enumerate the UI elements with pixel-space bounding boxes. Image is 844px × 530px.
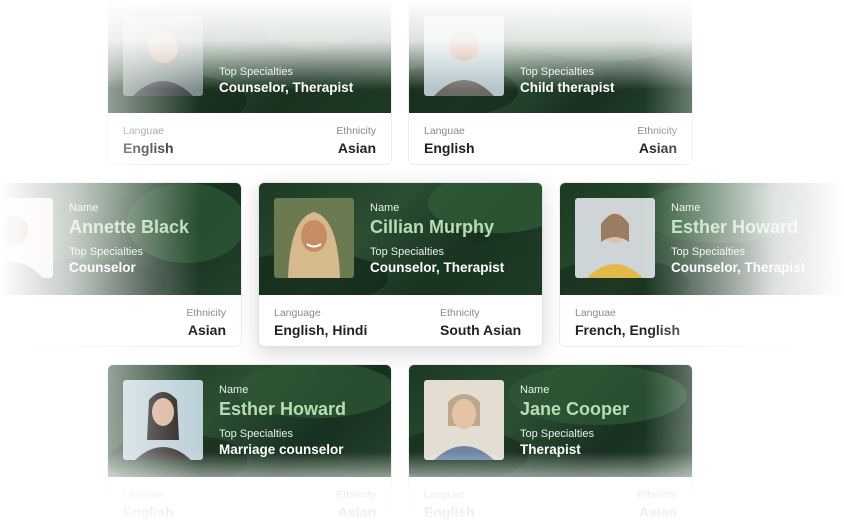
ethnicity-label: Ethnicity — [440, 307, 480, 319]
specialties-label: Top Specialties — [370, 246, 444, 258]
ethnicity-value: Asian — [638, 504, 677, 520]
name-label: Name — [219, 384, 249, 396]
ethnicity-value: Asian — [638, 140, 677, 156]
therapist-photo — [0, 198, 53, 278]
specialty-value: Counselor, Therapist — [370, 260, 505, 275]
language-value: English — [123, 504, 174, 520]
therapist-carousel: Top Specialties Counselor, Therapist Lan… — [0, 0, 844, 530]
ethnicity-value: Asian — [337, 140, 376, 156]
specialty-value: Therapist — [520, 442, 581, 457]
therapist-photo — [123, 380, 203, 460]
ethnicity-label: Ethnicity — [186, 307, 226, 319]
language-label: Languae — [424, 125, 465, 137]
therapist-card-top-right[interactable]: Top Specialties Child therapist Languae … — [408, 0, 693, 165]
specialties-label: Top Specialties — [520, 66, 594, 78]
language-value: English, Hindi — [274, 322, 368, 338]
specialties-label: Top Specialties — [219, 428, 293, 440]
language-label: Languae — [424, 489, 465, 501]
ethnicity-label: Ethnicity — [336, 125, 376, 137]
therapist-name: Esther Howard — [219, 399, 347, 419]
language-label: Languae — [575, 307, 616, 319]
therapist-photo — [575, 198, 655, 278]
name-label: Name — [520, 384, 550, 396]
therapist-photo — [424, 380, 504, 460]
specialty-value: Counselor, Therapist — [671, 260, 806, 275]
specialty-value: Counselor, Therapist — [219, 80, 354, 95]
name-label: Name — [69, 202, 99, 214]
specialties-label: Top Specialties — [219, 66, 293, 78]
language-value: English — [123, 140, 174, 156]
specialty-value: Marriage counselor — [219, 442, 344, 457]
therapist-card-bottom-left[interactable]: Name Esther Howard Top Specialties Marri… — [107, 364, 392, 529]
therapist-card-mid-left[interactable]: Name Annette Black Top Specialties Couns… — [0, 182, 242, 347]
ethnicity-value: Asian — [187, 322, 226, 338]
language-label: Languae — [123, 125, 164, 137]
therapist-card-mid-right[interactable]: Name Esther Howard Top Specialties Couns… — [559, 182, 844, 347]
ethnicity-value: Asian — [337, 504, 376, 520]
specialty-value: Counselor — [69, 260, 136, 275]
specialty-value: Child therapist — [520, 80, 615, 95]
specialties-label: Top Specialties — [520, 428, 594, 440]
specialties-label: Top Specialties — [69, 246, 143, 258]
ethnicity-label: Ethnicity — [637, 489, 677, 501]
name-label: Name — [671, 202, 701, 214]
therapist-photo — [424, 16, 504, 96]
therapist-card-bottom-right[interactable]: Name Jane Cooper Top Specialties Therapi… — [408, 364, 693, 529]
name-label: Name — [370, 202, 400, 214]
therapist-card-featured[interactable]: Name Cillian Murphy Top Specialties Coun… — [258, 182, 543, 347]
therapist-name: Esther Howard — [671, 217, 799, 237]
therapist-name: Jane Cooper — [520, 399, 630, 419]
language-value: English — [424, 140, 475, 156]
therapist-card-top-left[interactable]: Top Specialties Counselor, Therapist Lan… — [107, 0, 392, 165]
therapist-name: Cillian Murphy — [370, 217, 495, 237]
language-label: Languae — [123, 489, 164, 501]
language-label: Language — [274, 307, 321, 319]
therapist-photo — [274, 198, 354, 278]
ethnicity-value: South Asian — [440, 322, 522, 338]
specialties-label: Top Specialties — [671, 246, 745, 258]
ethnicity-label: Ethnicity — [637, 125, 677, 137]
language-value: French, English — [575, 322, 681, 338]
ethnicity-label: Ethnicity — [336, 489, 376, 501]
therapist-name: Annette Black — [69, 217, 190, 237]
therapist-photo — [123, 16, 203, 96]
language-value: English — [424, 504, 475, 520]
